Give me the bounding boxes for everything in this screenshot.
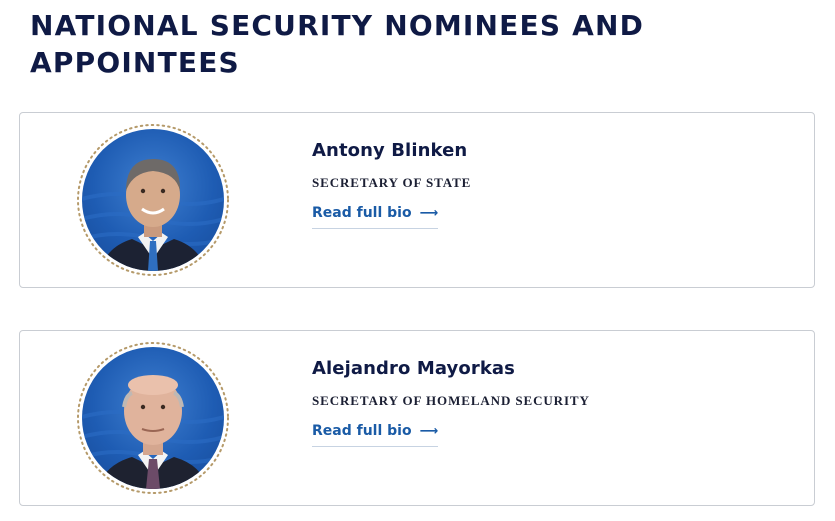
arrow-right-icon: ⟶ xyxy=(419,206,439,221)
nominee-card: Antony Blinken SECRETARY OF STATE Read f… xyxy=(19,112,815,288)
read-full-bio-label: Read full bio xyxy=(312,205,412,221)
arrow-right-icon: ⟶ xyxy=(419,424,439,439)
nominee-role: SECRETARY OF HOMELAND SECURITY xyxy=(312,393,590,408)
page-title: NATIONAL SECURITY NOMINEES AND APPOINTEE… xyxy=(30,9,645,79)
read-full-bio-link[interactable]: Read full bio ⟶ xyxy=(312,203,439,229)
nominee-photo xyxy=(82,129,224,271)
nominee-name: Alejandro Mayorkas xyxy=(312,358,515,379)
portrait-frame xyxy=(75,340,231,496)
nominee-photo xyxy=(82,347,224,489)
portrait-frame xyxy=(75,122,231,278)
read-full-bio-link[interactable]: Read full bio ⟶ xyxy=(312,421,439,447)
nominee-card: Alejandro Mayorkas SECRETARY OF HOMELAND… xyxy=(19,330,815,506)
nominee-role: SECRETARY OF STATE xyxy=(312,175,472,190)
nominee-name: Antony Blinken xyxy=(312,140,468,161)
read-full-bio-label: Read full bio xyxy=(312,423,412,439)
